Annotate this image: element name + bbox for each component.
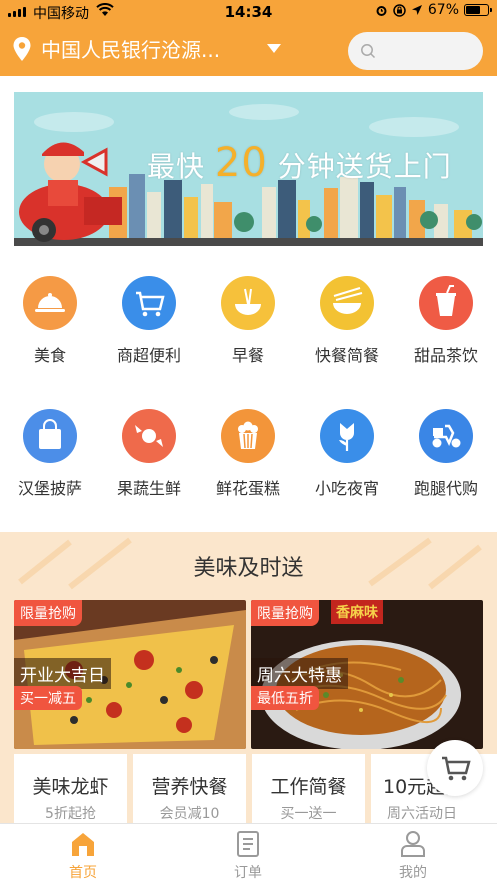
category-item[interactable]: 甜品茶饮 [396, 276, 496, 366]
tab-orders[interactable]: 订单 [203, 830, 293, 882]
promo-offer: 最低五折 [251, 686, 319, 710]
promo-section: 美味及时送 限量抢购 开业大吉日 买一减五 限量抢购 香麻味 周六大特惠 最低五… [0, 532, 497, 823]
floating-cart-button[interactable] [427, 740, 483, 796]
status-bar: 中国移动 14:34 67% [0, 0, 497, 24]
promo-card-pizza[interactable]: 限量抢购 开业大吉日 买一减五 [14, 600, 246, 749]
category-item[interactable]: 跑腿代购 [396, 409, 496, 499]
promo-banner[interactable]: 最快 20 分钟送货上门 [14, 92, 483, 246]
battery-percent: 67% [427, 2, 459, 18]
category-item[interactable]: 早餐 [198, 276, 298, 366]
battery-icon [464, 4, 492, 16]
flash-sale-tag: 限量抢购 [14, 600, 82, 626]
alarm-icon [376, 5, 387, 16]
shopping-cart-icon [442, 756, 471, 781]
popcorn-icon [221, 409, 275, 463]
bag-icon [23, 409, 77, 463]
promo-title: 美味及时送 [193, 556, 304, 581]
category-item[interactable]: 鲜花蛋糕 [198, 409, 298, 499]
category-item[interactable]: 小吃夜宵 [297, 409, 397, 499]
location-arrow-icon [411, 5, 422, 15]
main-content: 最快 20 分钟送货上门 美食 商超便利 早餐 快餐简餐 甜品茶饮 汉堡披萨 果… [0, 76, 497, 532]
chopsticks-bowl-icon [320, 276, 374, 330]
category-item[interactable]: 商超便利 [99, 276, 199, 366]
drink-cup-icon [419, 276, 473, 330]
dropdown-caret-icon[interactable] [267, 44, 281, 53]
location-text: 中国人民银行沧源... [41, 38, 221, 62]
app-header: 中国移动 14:34 67% 中国人民银行沧源... [0, 0, 497, 76]
banner-slogan: 最快 20 分钟送货上门 [147, 140, 452, 186]
user-icon [399, 830, 427, 858]
location-selector[interactable]: 中国人民银行沧源... [12, 34, 281, 63]
search-input[interactable] [348, 32, 483, 70]
shopping-cart-icon [122, 276, 176, 330]
mini-promo-card[interactable]: 营养快餐 会员减10 [133, 754, 246, 823]
scooter-icon [419, 409, 473, 463]
category-item[interactable]: 果蔬生鲜 [99, 409, 199, 499]
promo-headline: 开业大吉日 [14, 658, 111, 689]
tab-profile[interactable]: 我的 [368, 830, 458, 882]
category-item[interactable]: 汉堡披萨 [0, 409, 100, 499]
tab-home[interactable]: 首页 [38, 830, 128, 882]
candy-icon [122, 409, 176, 463]
search-icon [361, 44, 376, 59]
lock-rotation-icon [393, 3, 406, 17]
category-item[interactable]: 快餐简餐 [297, 276, 397, 366]
category-item[interactable]: 美食 [0, 276, 100, 366]
promo-card-noodles[interactable]: 限量抢购 香麻味 周六大特惠 最低五折 [251, 600, 483, 749]
promo-headline: 周六大特惠 [251, 658, 348, 689]
tab-bar: 首页 订单 我的 [0, 823, 497, 883]
location-pin-icon [13, 36, 31, 61]
home-icon [69, 830, 97, 858]
order-list-icon [234, 830, 262, 858]
promo-offer: 买一减五 [14, 686, 82, 710]
cloche-icon [23, 276, 77, 330]
flavor-badge: 香麻味 [331, 600, 383, 624]
flower-icon [320, 409, 374, 463]
noodle-bowl-icon [221, 276, 275, 330]
flash-sale-tag: 限量抢购 [251, 600, 319, 626]
mini-promo-card[interactable]: 美味龙虾 5折起抢 [14, 754, 127, 823]
mini-promo-card[interactable]: 工作简餐 买一送一 [252, 754, 365, 823]
